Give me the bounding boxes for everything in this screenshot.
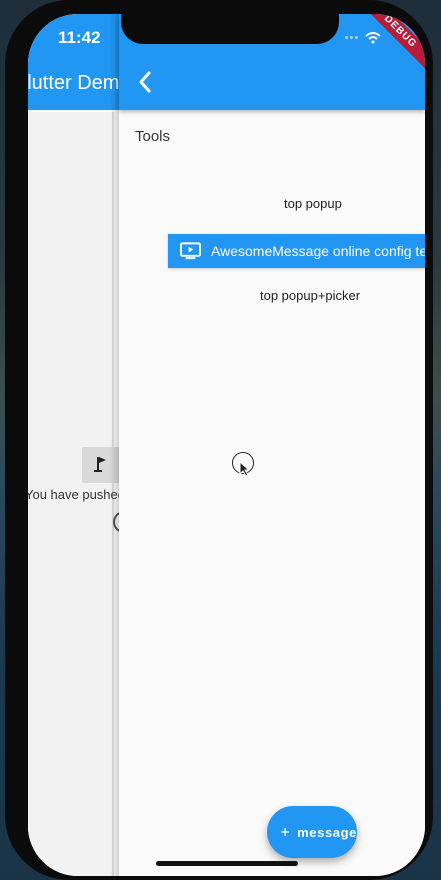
- pointer-icon: [239, 461, 251, 477]
- online-config-button[interactable]: AwesomeMessage online config test: [168, 234, 425, 268]
- current-route: DEBUG Tools top popup AwesomeMessage onl…: [119, 14, 425, 876]
- screen: 11:42 Flutter Demo You have pushed the: [28, 14, 425, 876]
- online-config-label: AwesomeMessage online config test: [211, 243, 425, 259]
- status-time: 11:42: [58, 28, 101, 47]
- home-indicator[interactable]: [156, 861, 298, 866]
- notch: [121, 14, 339, 44]
- previous-route: 11:42 Flutter Demo You have pushed the: [28, 14, 147, 876]
- message-fab[interactable]: message: [267, 806, 357, 858]
- section-title: Tools: [135, 128, 171, 145]
- status-icons: [345, 32, 381, 44]
- wifi-icon: [365, 32, 381, 44]
- plus-icon: [281, 827, 290, 837]
- back-button[interactable]: [133, 70, 157, 94]
- chevron-left-icon: [139, 71, 151, 93]
- touch-cursor: [232, 452, 254, 477]
- fab-label: message: [297, 824, 357, 840]
- top-popup-picker-button[interactable]: top popup+picker: [260, 288, 360, 303]
- phone-frame: 11:42 Flutter Demo You have pushed the: [5, 0, 433, 880]
- signal-icon: [345, 35, 359, 41]
- top-popup-button[interactable]: top popup: [284, 196, 342, 211]
- play-screen-icon: [180, 242, 202, 260]
- flag-icon: [94, 457, 106, 472]
